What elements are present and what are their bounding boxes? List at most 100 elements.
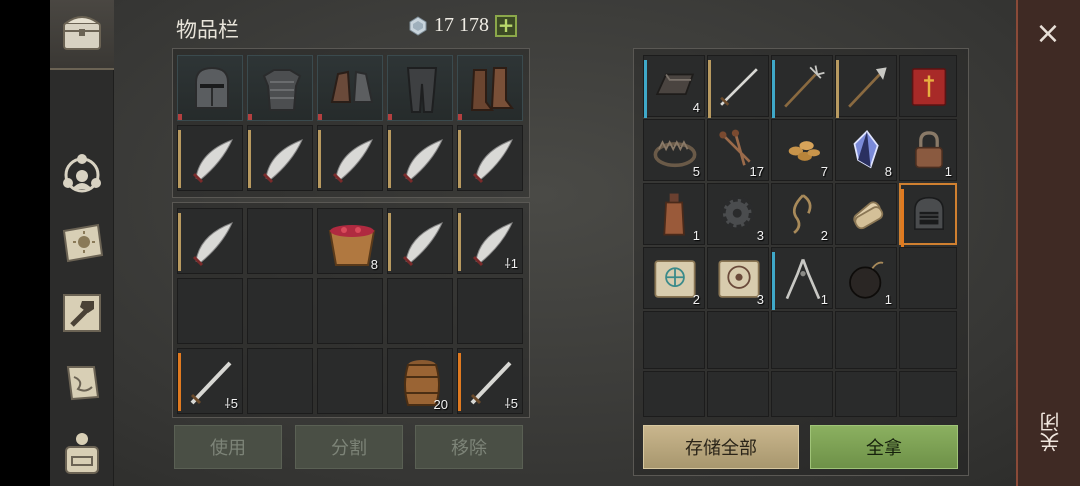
storage-slot[interactable]: 2 [771, 183, 833, 245]
inventory-slot[interactable]: ⸸5 [457, 348, 523, 414]
inventory-slot[interactable] [247, 208, 313, 274]
equip-slot-hands[interactable] [317, 55, 383, 121]
storage-slot[interactable]: 1 [835, 247, 897, 309]
item-count: 20 [433, 397, 448, 412]
durability-mark [388, 114, 392, 120]
hotbar-slot-4[interactable] [387, 125, 453, 191]
inventory-slot[interactable]: 8 [317, 208, 383, 274]
backpack-icon[interactable] [57, 428, 107, 478]
item-count: 2 [820, 228, 828, 243]
hotbar-slot-5[interactable] [457, 125, 523, 191]
storage-slot-selected[interactable] [899, 183, 957, 247]
close-icon[interactable]: × [1030, 16, 1066, 52]
storage-slot[interactable] [707, 311, 769, 369]
storage-slot[interactable] [899, 247, 957, 309]
split-button[interactable]: 分割 [295, 425, 403, 469]
inventory-slot[interactable] [247, 278, 313, 344]
storage-slot[interactable]: 8 [835, 119, 897, 181]
hotbar-slot-1[interactable] [177, 125, 243, 191]
inventory-slot[interactable] [387, 278, 453, 344]
storage-slot[interactable] [643, 371, 705, 417]
use-button[interactable]: 使用 [174, 425, 282, 469]
durability-mark [318, 114, 322, 120]
take-all-button[interactable]: 全拿 [810, 425, 958, 469]
inventory-slot[interactable] [247, 348, 313, 414]
storage-slot[interactable] [835, 311, 897, 369]
storage-slot[interactable]: 17 [707, 119, 769, 181]
storage-slot[interactable] [835, 183, 897, 245]
hotbar-slot-3[interactable] [317, 125, 383, 191]
quality-bar [644, 60, 647, 118]
storage-slot[interactable] [771, 55, 833, 118]
inventory-slot[interactable] [317, 348, 383, 414]
item-count: 7 [820, 164, 828, 179]
leg-armor-icon [406, 67, 438, 113]
chest-icon[interactable] [57, 8, 107, 58]
equip-slot-chest[interactable] [247, 55, 313, 121]
quality-bar [836, 60, 839, 118]
storage-slot[interactable]: 4 [643, 55, 705, 118]
character-stats-icon[interactable] [57, 148, 107, 198]
storage-slot[interactable] [771, 371, 833, 417]
storage-slot[interactable] [899, 55, 957, 117]
storage-slot[interactable]: 7 [771, 119, 833, 181]
quality-bar [178, 130, 181, 188]
storage-slot[interactable]: 3 [707, 183, 769, 245]
scimitar-icon [262, 139, 303, 184]
inventory-slot[interactable]: ⸸1 [457, 208, 523, 274]
scroll-bundle-icon [853, 201, 884, 230]
storage-slot[interactable]: 1 [643, 183, 705, 245]
hotbar-slot-2[interactable] [247, 125, 313, 191]
quest-scroll-icon[interactable] [57, 358, 107, 408]
inventory-slot[interactable] [387, 208, 453, 274]
halberd-icon [848, 67, 887, 108]
scimitar-icon [472, 139, 513, 184]
item-count: 4 [692, 100, 700, 115]
durability-mark [458, 114, 462, 120]
remove-button[interactable]: 移除 [415, 425, 523, 469]
inventory-slot[interactable] [177, 208, 243, 274]
storage-slot[interactable]: 1 [899, 119, 957, 181]
storage-slot[interactable] [707, 371, 769, 417]
quality-bar [318, 130, 321, 188]
inventory-slot[interactable] [177, 278, 243, 344]
durability-mark [248, 114, 252, 120]
scimitar-icon [402, 222, 443, 267]
storage-slot[interactable] [899, 311, 957, 369]
storage-slot[interactable] [771, 311, 833, 369]
equip-slot-legs[interactable] [387, 55, 453, 121]
item-count: 3 [756, 228, 764, 243]
store-all-button[interactable]: 存储全部 [643, 425, 799, 469]
quality-bar [458, 213, 461, 271]
quality-bar [772, 60, 775, 118]
storage-slot[interactable] [707, 55, 769, 118]
inventory-slot[interactable] [457, 278, 523, 344]
item-count: 1 [944, 164, 952, 179]
knight-helmet-icon [195, 66, 229, 109]
storage-slot[interactable] [899, 371, 957, 417]
storage-slot[interactable]: 2 [643, 247, 705, 309]
item-count: 1 [884, 292, 892, 307]
daily-book-icon[interactable] [57, 218, 107, 268]
inventory-slot[interactable]: 20 [387, 348, 453, 414]
inventory-slot[interactable]: ⸸5 [177, 348, 243, 414]
item-count: 1 [820, 292, 828, 307]
equip-slot-feet[interactable] [457, 55, 523, 121]
storage-slot[interactable]: 5 [643, 119, 705, 181]
item-count: 3 [756, 292, 764, 307]
storage-slot[interactable] [835, 55, 897, 118]
gladiator-helmet-icon [914, 196, 944, 230]
quality-bar [248, 130, 251, 188]
crafting-hammer-icon[interactable] [57, 288, 107, 338]
page-title: 物品栏 [176, 18, 239, 42]
storage-slot[interactable]: 3 [707, 247, 769, 309]
storage-slot[interactable] [643, 311, 705, 369]
close-label[interactable]: 关闭 [1036, 412, 1063, 452]
equip-slot-head[interactable] [177, 55, 243, 121]
item-count: 2 [692, 292, 700, 307]
add-currency-button[interactable]: + [495, 14, 517, 37]
inventory-slot[interactable] [317, 278, 383, 344]
storage-slot[interactable]: 1 [771, 247, 833, 310]
storage-slot[interactable] [835, 371, 897, 417]
quality-bar [708, 60, 711, 118]
